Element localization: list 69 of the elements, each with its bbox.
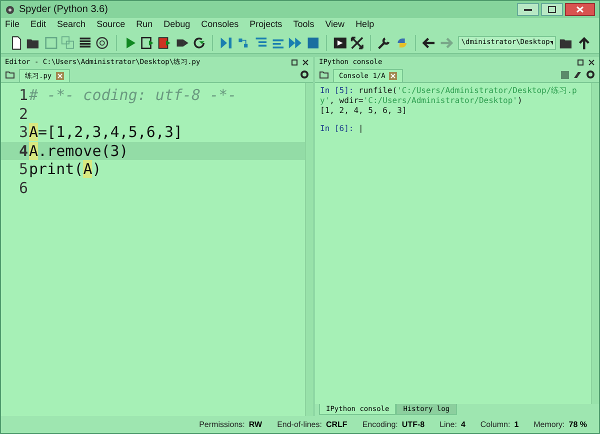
app-icon [5, 4, 15, 14]
up-arrow-icon[interactable] [576, 34, 591, 50]
menu-item[interactable]: Consoles [201, 18, 239, 32]
maximize-button[interactable] [541, 3, 563, 16]
list-icon[interactable] [78, 34, 92, 50]
line-number: 2 [18, 104, 29, 124]
scrollbar[interactable] [305, 83, 313, 416]
code-line: A.remove(3) [29, 140, 128, 162]
fullscreen-icon[interactable] [350, 34, 364, 50]
continue-icon[interactable] [288, 34, 303, 50]
debug-icon[interactable] [219, 34, 234, 50]
status-label: Memory: [534, 418, 565, 430]
console-line: In [5]: runfile('C:/Users/Administrator/Desktop/练习.py', wdir='C:/Users/Administrator/Desktop') [320, 86, 578, 106]
menu-item[interactable]: Edit [30, 18, 46, 32]
close-icon [302, 59, 309, 66]
code-editor[interactable]: 1# -*- coding: utf-8 -*- 2 3A=[1,2,3,4,5,6,3] 4A.remove(3) 5print(A) 6 [1, 83, 313, 416]
stop-icon[interactable] [306, 34, 320, 50]
close-icon [576, 6, 584, 13]
line-number: 3 [18, 122, 29, 143]
menu-item[interactable]: Projects [250, 18, 282, 32]
console-line: In [6]: | [320, 124, 364, 134]
code-line: # -*- coding: utf-8 -*- [29, 85, 237, 106]
menu-item[interactable]: Help [356, 18, 374, 32]
new-file-icon[interactable] [9, 34, 24, 50]
maximize-pane-icon[interactable] [332, 34, 348, 50]
menu-item[interactable]: Search [57, 18, 86, 32]
console-line: [1, 2, 4, 5, 6, 3] [320, 106, 408, 116]
close-icon[interactable] [389, 72, 398, 80]
folder-icon[interactable] [319, 70, 329, 79]
window-title: Spyder (Python 3.6) [19, 3, 108, 17]
undock-icon [577, 59, 584, 66]
eraser-icon[interactable] [573, 71, 582, 79]
status-value: RW [248, 418, 262, 430]
menu-item[interactable]: Debug [164, 18, 190, 32]
minimize-button[interactable] [517, 3, 539, 16]
menu-item[interactable]: View [325, 18, 345, 32]
code-line: print(A) [29, 159, 102, 180]
status-value: 1 [514, 418, 519, 430]
maximize-icon [548, 6, 556, 13]
menu-item[interactable]: Run [136, 18, 153, 32]
line-number: 1 [18, 85, 29, 106]
console-output[interactable]: In [5]: runfile('C:/Users/Administrator/Desktop/练习.py', wdir='C:/Users/Administrator/Desktop') [1, 2, 4, 5, 6, 3] In [6]: | [315, 83, 599, 404]
scrollbar[interactable] [591, 83, 599, 404]
menu-item[interactable]: File [5, 18, 20, 32]
status-value: 78 % [568, 418, 587, 430]
status-label: Line: [440, 418, 457, 430]
status-label: End-of-lines: [277, 418, 322, 430]
status-value: 4 [460, 418, 466, 430]
wrench-icon[interactable] [377, 34, 392, 50]
minimize-icon [524, 8, 532, 11]
code-line: A=[1,2,3,4,5,6,3] [29, 122, 183, 143]
folder-icon[interactable] [5, 70, 15, 79]
status-label: Column: [480, 418, 510, 430]
run-cell-advance-icon[interactable] [157, 34, 172, 50]
close-button[interactable] [565, 3, 595, 16]
line-number: 4 [18, 140, 29, 162]
close-icon[interactable] [56, 72, 64, 80]
line-number: 5 [18, 159, 29, 180]
status-label: Encoding: [362, 418, 398, 430]
close-icon [588, 59, 595, 66]
status-label: Permissions: [199, 418, 245, 430]
status-value: CRLF [326, 418, 348, 430]
menu-item[interactable]: Tools [293, 18, 314, 32]
menu-item[interactable]: Source [96, 18, 126, 32]
status-value: UTF-8 [402, 418, 425, 430]
undock-icon [291, 59, 298, 66]
rerun-icon[interactable] [192, 34, 206, 50]
line-number: 6 [18, 178, 29, 198]
run-cell-icon[interactable] [140, 34, 154, 50]
